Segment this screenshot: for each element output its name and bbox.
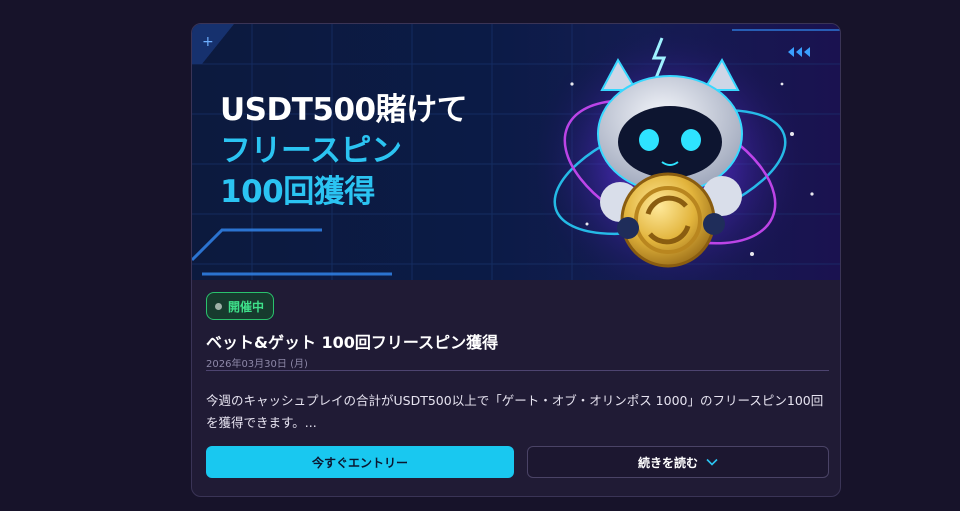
banner-headline-line3: 100回獲得 [220,174,375,210]
promotion-card: + USDT500賭けて フリースピン 100回獲得 開催中 ベット&ゲット 1… [191,23,841,497]
banner-headline-line2: フリースピン [220,133,402,169]
enter-now-button[interactable]: 今すぐエントリー [206,446,514,478]
status-badge-label: 開催中 [228,299,265,314]
status-badge: 開催中 [206,292,275,320]
status-dot-icon [215,302,222,310]
banner-headline: USDT500賭けて フリースピン 100回獲得 [220,90,468,213]
promo-title: ベット&ゲット 100回フリースピン獲得 [206,333,499,352]
svg-text:+: + [202,34,214,50]
chevron-down-icon [706,458,718,466]
read-more-button[interactable]: 続きを読む [527,446,829,478]
promo-description: 今週のキャッシュプレイの合計がUSDT500以上で「ゲート・オブ・オリンポス 1… [206,393,824,430]
banner-headline-line1: USDT500賭けて [220,92,468,128]
read-more-label: 続きを読む [637,455,698,470]
divider [206,370,829,371]
promo-banner[interactable]: + USDT500賭けて フリースピン 100回獲得 [192,24,840,280]
promo-date: 2026年03月30日 (月) [206,359,308,370]
